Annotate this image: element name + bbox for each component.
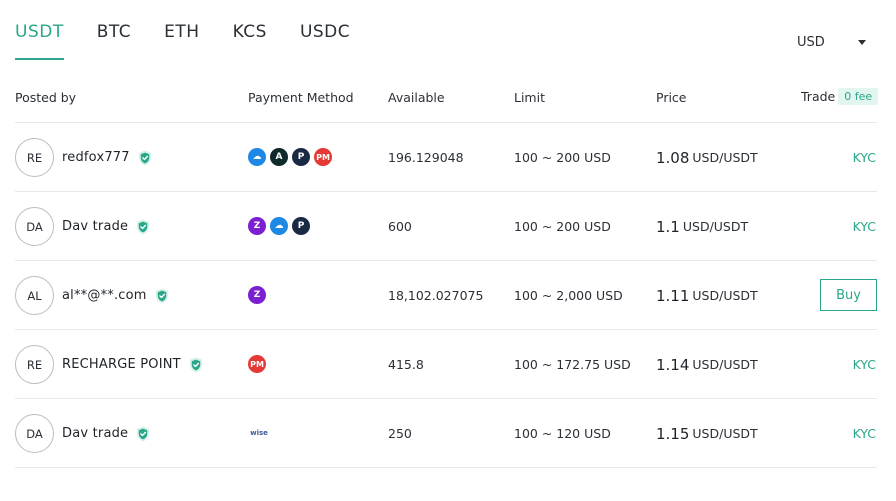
limit-range: 100 ~ 120 USD: [514, 426, 611, 441]
price-value: 1.08: [656, 148, 690, 167]
avatar[interactable]: RE: [15, 138, 54, 177]
wise-icon: wise: [250, 429, 268, 437]
airtm-icon: A: [270, 148, 288, 166]
header-limit: Limit: [514, 90, 545, 105]
perfect-money-icon: PM: [314, 148, 332, 166]
buy-button[interactable]: Buy: [820, 279, 877, 311]
header-price: Price: [656, 90, 687, 105]
available-amount: 250: [388, 426, 412, 441]
zero-fee-badge: 0 fee: [838, 88, 879, 105]
available-amount: 196.129048: [388, 150, 464, 165]
kyc-link[interactable]: KYC: [853, 399, 876, 468]
price: 1.11 USD/USDT: [656, 261, 758, 330]
advertiser-name[interactable]: RECHARGE POINT: [62, 357, 181, 372]
advertiser-name[interactable]: redfox777: [62, 150, 130, 165]
avatar[interactable]: DA: [15, 414, 54, 453]
cloud-pay-icon: ☁: [270, 217, 288, 235]
header-trade: Trade 0 fee: [801, 88, 879, 105]
table-row: DA Dav trade wise 250 100 ~ 120 USD 1.15…: [0, 399, 896, 468]
price-value: 1.1: [656, 217, 680, 236]
avatar[interactable]: DA: [15, 207, 54, 246]
payment-methods: ☁ A P PM: [248, 148, 336, 166]
fiat-currency-value: USD: [797, 34, 825, 50]
currency-tabs: USDT BTC ETH KCS USDC: [15, 22, 383, 60]
table-row: RE RECHARGE POINT PM 415.8 100 ~ 172.75 …: [0, 330, 896, 399]
payment-methods: Z ☁ P: [248, 217, 314, 235]
perfect-money-icon: PM: [248, 355, 266, 373]
tab-btc[interactable]: BTC: [97, 22, 131, 60]
available-amount: 415.8: [388, 357, 424, 372]
header-payment-method: Payment Method: [248, 90, 354, 105]
tab-usdt[interactable]: USDT: [15, 22, 64, 60]
header-trade-label: Trade: [801, 89, 836, 104]
table-row: RE redfox777 ☁ A P PM 196.129048 100 ~ 200 …: [0, 123, 896, 192]
advertiser: RECHARGE POINT: [62, 330, 203, 399]
advertiser-name[interactable]: al**@**.com: [62, 288, 147, 303]
available-amount: 18,102.027075: [388, 288, 484, 303]
zelle-icon: Z: [248, 217, 266, 235]
payeer-icon: P: [292, 148, 310, 166]
price-value: 1.14: [656, 355, 690, 374]
kyc-link[interactable]: KYC: [853, 123, 876, 192]
tab-kcs[interactable]: KCS: [233, 22, 267, 60]
price-unit: USD/USDT: [692, 288, 758, 303]
advertiser-name[interactable]: Dav trade: [62, 219, 128, 234]
advertiser: Dav trade: [62, 399, 150, 468]
advertiser: Dav trade: [62, 192, 150, 261]
advertiser: al**@**.com: [62, 261, 169, 330]
payment-methods: Z: [248, 286, 270, 304]
kyc-link[interactable]: KYC: [853, 330, 876, 399]
price: 1.08 USD/USDT: [656, 123, 758, 192]
zelle-icon: Z: [248, 286, 266, 304]
payment-methods: wise: [248, 424, 274, 438]
header-available: Available: [388, 90, 445, 105]
price-unit: USD/USDT: [692, 426, 758, 441]
caret-down-icon: [858, 39, 866, 45]
table-row: DA Dav trade Z ☁ P 600 100 ~ 200 USD 1.1 U…: [0, 192, 896, 261]
price-unit: USD/USDT: [692, 357, 758, 372]
limit-range: 100 ~ 200 USD: [514, 150, 611, 165]
price-unit: USD/USDT: [692, 150, 758, 165]
kyc-link[interactable]: KYC: [853, 192, 876, 261]
payeer-icon: P: [292, 217, 310, 235]
limit-range: 100 ~ 200 USD: [514, 219, 611, 234]
advertiser-name[interactable]: Dav trade: [62, 426, 128, 441]
limit-range: 100 ~ 2,000 USD: [514, 288, 623, 303]
verified-shield-icon: [155, 288, 168, 303]
table-row: AL al**@**.com Z 18,102.027075 100 ~ 2,0…: [0, 261, 896, 330]
price: 1.15 USD/USDT: [656, 399, 758, 468]
payment-methods: PM: [248, 355, 270, 373]
price: 1.1 USD/USDT: [656, 192, 748, 261]
verified-shield-icon: [189, 357, 202, 372]
fiat-currency-select[interactable]: USD: [797, 33, 872, 51]
price-value: 1.11: [656, 286, 690, 305]
limit-range: 100 ~ 172.75 USD: [514, 357, 631, 372]
price-value: 1.15: [656, 424, 690, 443]
verified-shield-icon: [137, 219, 150, 234]
avatar[interactable]: RE: [15, 345, 54, 384]
row-divider: [15, 467, 877, 468]
price: 1.14 USD/USDT: [656, 330, 758, 399]
verified-shield-icon: [137, 426, 150, 441]
price-unit: USD/USDT: [682, 219, 749, 234]
header-posted-by: Posted by: [15, 90, 77, 105]
cloud-pay-icon: ☁: [248, 148, 266, 166]
avatar[interactable]: AL: [15, 276, 54, 315]
available-amount: 600: [388, 219, 412, 234]
tab-eth[interactable]: ETH: [164, 22, 199, 60]
verified-shield-icon: [138, 150, 151, 165]
tab-usdc[interactable]: USDC: [300, 22, 350, 60]
advertiser: redfox777: [62, 123, 152, 192]
